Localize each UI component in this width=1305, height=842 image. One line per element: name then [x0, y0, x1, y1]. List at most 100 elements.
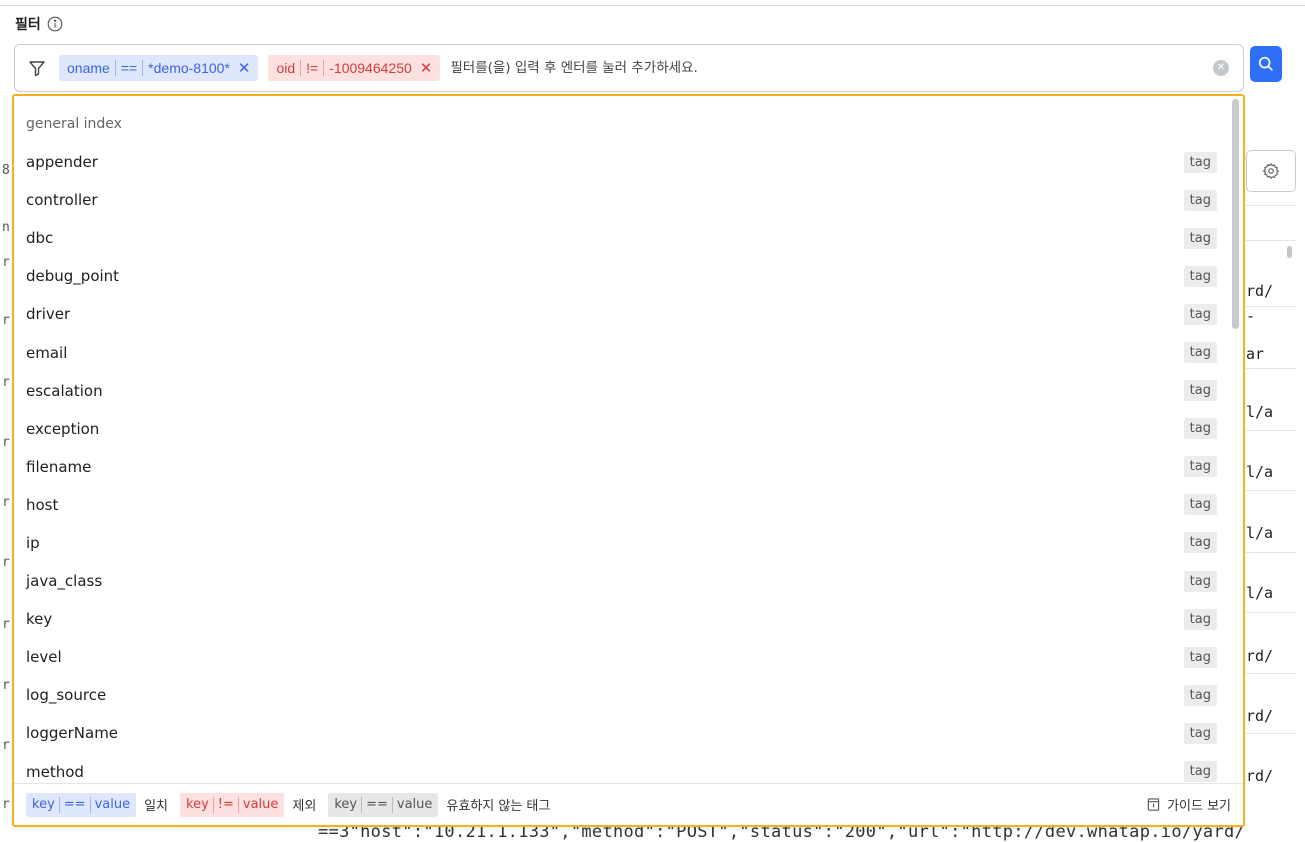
legend-chip-op: == [366, 797, 388, 812]
chip-key: oid [276, 60, 296, 76]
filter-suggestion-dropdown: general index appender tag controller tag db… [12, 94, 1245, 827]
search-button[interactable] [1250, 46, 1282, 82]
suggestion-item-name: log_source [26, 686, 107, 705]
background-cell-fragment: l/a [1246, 584, 1274, 602]
table-row-divider [1246, 306, 1296, 307]
suggestion-type-badge: tag [1183, 456, 1217, 478]
suggestion-list: appender tag controller tag dbc tag debug_poin… [14, 143, 1229, 791]
chip-value: -1009464250 [329, 60, 412, 76]
suggestion-item-name: appender [26, 153, 98, 172]
legend-chip-key: key [334, 797, 358, 812]
legend-chip-op: != [217, 797, 234, 812]
legend-chip-value: value [94, 797, 131, 812]
background-table-left-edge: 8 n r r r r r r r r r r [0, 0, 12, 840]
legend-chip-op: == [63, 797, 86, 812]
suggestion-item[interactable]: driver tag [14, 295, 1229, 333]
suggestion-item-name: exception [26, 419, 100, 438]
filter-input-bar[interactable]: oname == *demo-8100* ✕ oid != -100946425… [14, 44, 1244, 92]
filter-chip-exclude[interactable]: oid != -1009464250 ✕ [268, 55, 441, 81]
table-row-divider [1246, 368, 1296, 369]
legend-chip-key: key [32, 797, 55, 812]
filter-chip-include[interactable]: oname == *demo-8100* ✕ [59, 55, 259, 81]
suggestion-item[interactable]: loggerName tag [14, 714, 1229, 752]
legend-chip-key: key [186, 797, 209, 812]
background-cell-fragment: ar [1246, 345, 1265, 363]
background-cell-fragment: rd/ [1246, 767, 1274, 785]
suggestion-item[interactable]: appender tag [14, 143, 1229, 181]
suggestion-type-badge: tag [1183, 570, 1217, 592]
table-scrollbar[interactable] [1287, 246, 1292, 258]
suggestion-item-name: host [26, 495, 59, 514]
suggestion-item[interactable]: key tag [14, 600, 1229, 638]
suggestion-item[interactable]: level tag [14, 638, 1229, 676]
legend-description: 일치 [144, 799, 168, 814]
clear-filter-icon[interactable]: ✕ [1213, 60, 1229, 76]
suggestion-item[interactable]: host tag [14, 486, 1229, 524]
suggestion-item[interactable]: email tag [14, 333, 1229, 371]
background-cell-fragment: rd/ [1246, 647, 1274, 665]
suggestion-item[interactable]: ip tag [14, 524, 1229, 562]
suggestion-item[interactable]: escalation tag [14, 372, 1229, 410]
guide-label: 가이드 보기 [1167, 799, 1231, 814]
suggestion-item-name: java_class [26, 572, 103, 591]
suggestion-type-badge: tag [1183, 380, 1217, 402]
guide-button[interactable]: 가이드 보기 [1146, 795, 1231, 814]
table-row-divider [1246, 490, 1296, 491]
legend-description: 유효하지 않는 태그 [446, 799, 551, 814]
info-icon[interactable] [47, 16, 63, 32]
background-cell-fragment: 8 [2, 163, 10, 178]
top-divider [0, 5, 1305, 6]
dropdown-scroll-thumb[interactable] [1232, 99, 1239, 329]
background-cell-fragment: r [2, 797, 10, 812]
table-row-divider [1246, 612, 1296, 613]
remove-chip-icon[interactable]: ✕ [420, 59, 433, 77]
table-row-divider [1246, 733, 1296, 734]
suggestion-item-name: key [26, 610, 53, 629]
suggestion-type-badge: tag [1183, 494, 1217, 516]
background-cell-fragment: r [2, 435, 10, 450]
table-settings-button[interactable] [1246, 150, 1296, 192]
suggestion-item-name: driver [26, 305, 71, 324]
background-cell-fragment: - [1246, 307, 1256, 325]
suggestion-type-badge: tag [1183, 342, 1217, 364]
background-cell-fragment: r [2, 555, 10, 570]
suggestion-item[interactable]: java_class tag [14, 562, 1229, 600]
background-cell-fragment: l/a [1246, 463, 1274, 481]
guide-book-icon [1147, 798, 1160, 811]
table-row-divider [1246, 673, 1296, 674]
suggestion-type-badge: tag [1183, 608, 1217, 630]
suggestion-item[interactable]: dbc tag [14, 219, 1229, 257]
suggestion-item[interactable]: debug_point tag [14, 257, 1229, 295]
suggestion-item-name: controller [26, 191, 98, 210]
suggestion-item-name: debug_point [26, 267, 120, 286]
background-cell-fragment: l/a [1246, 524, 1274, 542]
filter-text-input[interactable] [450, 60, 1213, 76]
legend-chip-blue: key == value [26, 792, 137, 817]
remove-chip-icon[interactable]: ✕ [238, 59, 251, 77]
suggestion-type-badge: tag [1183, 722, 1217, 744]
filter-title: 필터 [15, 14, 63, 34]
suggestion-type-badge: tag [1183, 227, 1217, 249]
legend-chip-value: value [396, 797, 433, 812]
background-cell-fragment: l/a [1246, 403, 1274, 421]
background-cell-fragment: r [2, 255, 10, 270]
suggestion-item-name: dbc [26, 229, 54, 248]
suggestion-item[interactable]: controller tag [14, 181, 1229, 219]
suggestion-type-badge: tag [1183, 265, 1217, 287]
filter-funnel-icon [29, 61, 45, 77]
background-cell-fragment: r [2, 313, 10, 328]
suggestion-type-badge: tag [1183, 151, 1217, 173]
table-row-divider [1246, 430, 1296, 431]
background-cell-fragment: r [2, 678, 10, 693]
suggestion-item[interactable]: log_source tag [14, 676, 1229, 714]
suggestion-item-name: level [26, 648, 62, 667]
suggestion-item[interactable]: exception tag [14, 410, 1229, 448]
suggestion-group-label: general index [26, 116, 122, 132]
suggestion-item[interactable]: filename tag [14, 448, 1229, 486]
background-cell-fragment: r [2, 617, 10, 632]
suggestion-type-badge: tag [1183, 646, 1217, 668]
suggestion-item-name: escalation [26, 381, 103, 400]
suggestion-type-badge: tag [1183, 418, 1217, 440]
legend-description: 제외 [292, 799, 317, 814]
chip-value: *demo-8100* [148, 60, 230, 76]
